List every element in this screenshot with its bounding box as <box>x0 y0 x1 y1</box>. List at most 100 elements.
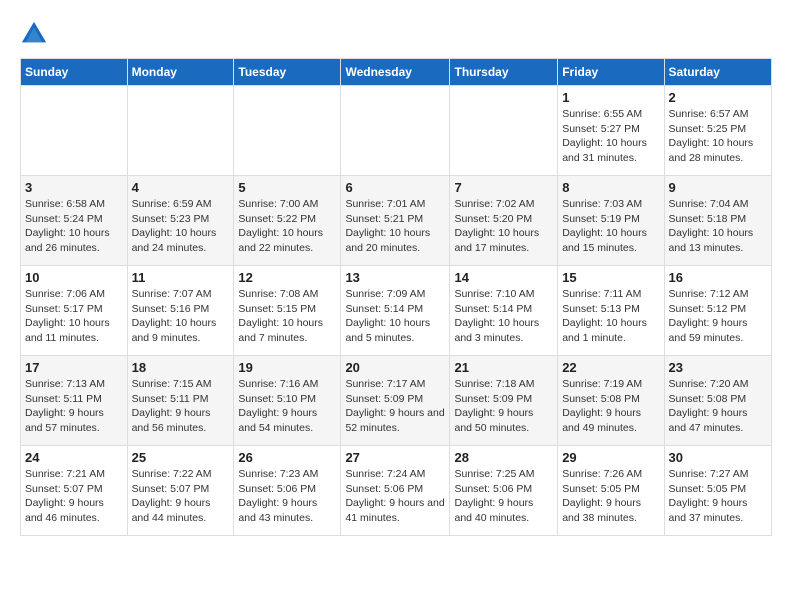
day-number: 13 <box>345 270 445 285</box>
day-number: 6 <box>345 180 445 195</box>
day-number: 17 <box>25 360 123 375</box>
day-info: Sunrise: 7:09 AM Sunset: 5:14 PM Dayligh… <box>345 287 445 346</box>
day-number: 15 <box>562 270 659 285</box>
day-number: 19 <box>238 360 336 375</box>
day-info: Sunrise: 6:55 AM Sunset: 5:27 PM Dayligh… <box>562 107 659 166</box>
day-info: Sunrise: 7:23 AM Sunset: 5:06 PM Dayligh… <box>238 467 336 526</box>
day-cell: 12Sunrise: 7:08 AM Sunset: 5:15 PM Dayli… <box>234 266 341 356</box>
day-cell <box>21 86 128 176</box>
day-info: Sunrise: 7:16 AM Sunset: 5:10 PM Dayligh… <box>238 377 336 436</box>
day-number: 30 <box>669 450 767 465</box>
column-header-thursday: Thursday <box>450 59 558 86</box>
column-header-friday: Friday <box>558 59 664 86</box>
day-info: Sunrise: 7:26 AM Sunset: 5:05 PM Dayligh… <box>562 467 659 526</box>
day-cell: 27Sunrise: 7:24 AM Sunset: 5:06 PM Dayli… <box>341 446 450 536</box>
day-cell: 11 Sunrise: 7:07 AM Sunset: 5:16 PM Dayli… <box>127 266 234 356</box>
day-info: Sunrise: 7:02 AM Sunset: 5:20 PM Dayligh… <box>454 197 553 256</box>
day-cell: 4 Sunrise: 6:59 AM Sunset: 5:23 PM Daylig… <box>127 176 234 266</box>
day-number: 18 <box>132 360 230 375</box>
day-number: 28 <box>454 450 553 465</box>
day-info: Sunrise: 7:08 AM Sunset: 5:15 PM Dayligh… <box>238 287 336 346</box>
day-info: Sunrise: 7:00 AM Sunset: 5:22 PM Dayligh… <box>238 197 336 256</box>
header-row: SundayMondayTuesdayWednesdayThursdayFrid… <box>21 59 772 86</box>
day-number: 16 <box>669 270 767 285</box>
day-cell: 1 Sunrise: 6:55 AM Sunset: 5:27 PM Daylig… <box>558 86 664 176</box>
day-cell: 9Sunrise: 7:04 AM Sunset: 5:18 PM Daylig… <box>664 176 771 266</box>
day-cell <box>341 86 450 176</box>
day-cell: 19 Sunrise: 7:16 AM Sunset: 5:10 PM Dayli… <box>234 356 341 446</box>
day-number: 25 <box>132 450 230 465</box>
day-cell: 20 Sunrise: 7:17 AM Sunset: 5:09 PM Dayli… <box>341 356 450 446</box>
day-info: Sunrise: 6:57 AM Sunset: 5:25 PM Dayligh… <box>669 107 767 166</box>
day-number: 29 <box>562 450 659 465</box>
day-info: Sunrise: 7:13 AM Sunset: 5:11 PM Dayligh… <box>25 377 123 436</box>
day-info: Sunrise: 7:07 AM Sunset: 5:16 PM Dayligh… <box>132 287 230 346</box>
day-number: 20 <box>345 360 445 375</box>
day-number: 24 <box>25 450 123 465</box>
day-number: 8 <box>562 180 659 195</box>
day-number: 5 <box>238 180 336 195</box>
week-row-5: 24 Sunrise: 7:21 AM Sunset: 5:07 PM Dayli… <box>21 446 772 536</box>
column-header-wednesday: Wednesday <box>341 59 450 86</box>
day-info: Sunrise: 7:06 AM Sunset: 5:17 PM Dayligh… <box>25 287 123 346</box>
column-header-sunday: Sunday <box>21 59 128 86</box>
day-cell: 18 Sunrise: 7:15 AM Sunset: 5:11 PM Dayli… <box>127 356 234 446</box>
day-number: 21 <box>454 360 553 375</box>
page-header <box>20 20 772 48</box>
day-cell: 8 Sunrise: 7:03 AM Sunset: 5:19 PM Daylig… <box>558 176 664 266</box>
day-number: 23 <box>669 360 767 375</box>
column-header-tuesday: Tuesday <box>234 59 341 86</box>
day-cell <box>234 86 341 176</box>
day-info: Sunrise: 7:04 AM Sunset: 5:18 PM Dayligh… <box>669 197 767 256</box>
day-cell: 22 Sunrise: 7:19 AM Sunset: 5:08 PM Dayli… <box>558 356 664 446</box>
day-info: Sunrise: 7:03 AM Sunset: 5:19 PM Dayligh… <box>562 197 659 256</box>
day-info: Sunrise: 7:25 AM Sunset: 5:06 PM Dayligh… <box>454 467 553 526</box>
day-cell: 24 Sunrise: 7:21 AM Sunset: 5:07 PM Dayli… <box>21 446 128 536</box>
day-info: Sunrise: 7:21 AM Sunset: 5:07 PM Dayligh… <box>25 467 123 526</box>
day-cell: 7 Sunrise: 7:02 AM Sunset: 5:20 PM Daylig… <box>450 176 558 266</box>
day-info: Sunrise: 6:59 AM Sunset: 5:23 PM Dayligh… <box>132 197 230 256</box>
day-cell: 16 Sunrise: 7:12 AM Sunset: 5:12 PM Dayli… <box>664 266 771 356</box>
day-number: 10 <box>25 270 123 285</box>
day-info: Sunrise: 7:12 AM Sunset: 5:12 PM Dayligh… <box>669 287 767 346</box>
day-info: Sunrise: 7:27 AM Sunset: 5:05 PM Dayligh… <box>669 467 767 526</box>
day-number: 2 <box>669 90 767 105</box>
day-number: 3 <box>25 180 123 195</box>
day-cell <box>127 86 234 176</box>
day-info: Sunrise: 7:19 AM Sunset: 5:08 PM Dayligh… <box>562 377 659 436</box>
day-cell: 29 Sunrise: 7:26 AM Sunset: 5:05 PM Dayli… <box>558 446 664 536</box>
day-cell: 21 Sunrise: 7:18 AM Sunset: 5:09 PM Dayli… <box>450 356 558 446</box>
day-info: Sunrise: 7:22 AM Sunset: 5:07 PM Dayligh… <box>132 467 230 526</box>
logo <box>20 20 52 48</box>
column-header-saturday: Saturday <box>664 59 771 86</box>
day-cell: 6 Sunrise: 7:01 AM Sunset: 5:21 PM Daylig… <box>341 176 450 266</box>
day-number: 22 <box>562 360 659 375</box>
day-info: Sunrise: 7:24 AM Sunset: 5:06 PM Dayligh… <box>345 467 445 526</box>
day-number: 1 <box>562 90 659 105</box>
day-cell: 17 Sunrise: 7:13 AM Sunset: 5:11 PM Dayli… <box>21 356 128 446</box>
day-cell: 25 Sunrise: 7:22 AM Sunset: 5:07 PM Dayli… <box>127 446 234 536</box>
day-number: 7 <box>454 180 553 195</box>
day-cell: 3Sunrise: 6:58 AM Sunset: 5:24 PM Daylig… <box>21 176 128 266</box>
day-cell: 28 Sunrise: 7:25 AM Sunset: 5:06 PM Dayli… <box>450 446 558 536</box>
day-info: Sunrise: 7:01 AM Sunset: 5:21 PM Dayligh… <box>345 197 445 256</box>
day-cell: 10 Sunrise: 7:06 AM Sunset: 5:17 PM Dayli… <box>21 266 128 356</box>
day-number: 11 <box>132 270 230 285</box>
week-row-1: 1 Sunrise: 6:55 AM Sunset: 5:27 PM Daylig… <box>21 86 772 176</box>
calendar-table: SundayMondayTuesdayWednesdayThursdayFrid… <box>20 58 772 536</box>
day-cell: 5 Sunrise: 7:00 AM Sunset: 5:22 PM Daylig… <box>234 176 341 266</box>
day-info: Sunrise: 7:11 AM Sunset: 5:13 PM Dayligh… <box>562 287 659 346</box>
week-row-2: 3Sunrise: 6:58 AM Sunset: 5:24 PM Daylig… <box>21 176 772 266</box>
day-cell: 2 Sunrise: 6:57 AM Sunset: 5:25 PM Daylig… <box>664 86 771 176</box>
day-number: 26 <box>238 450 336 465</box>
day-cell: 30 Sunrise: 7:27 AM Sunset: 5:05 PM Dayli… <box>664 446 771 536</box>
day-info: Sunrise: 7:10 AM Sunset: 5:14 PM Dayligh… <box>454 287 553 346</box>
day-info: Sunrise: 7:15 AM Sunset: 5:11 PM Dayligh… <box>132 377 230 436</box>
day-info: Sunrise: 7:17 AM Sunset: 5:09 PM Dayligh… <box>345 377 445 436</box>
day-number: 14 <box>454 270 553 285</box>
day-info: Sunrise: 7:18 AM Sunset: 5:09 PM Dayligh… <box>454 377 553 436</box>
day-cell: 14 Sunrise: 7:10 AM Sunset: 5:14 PM Dayli… <box>450 266 558 356</box>
week-row-4: 17 Sunrise: 7:13 AM Sunset: 5:11 PM Dayli… <box>21 356 772 446</box>
logo-icon <box>20 20 48 48</box>
day-number: 4 <box>132 180 230 195</box>
